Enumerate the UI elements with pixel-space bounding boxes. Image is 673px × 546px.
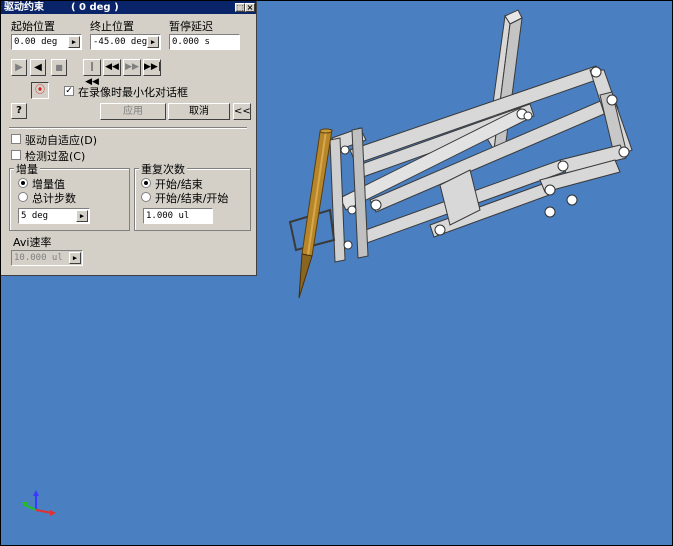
collapse-button[interactable]: << [233, 103, 251, 120]
triad-icon [22, 490, 56, 516]
end-arrow-icon[interactable]: ▶ [147, 36, 159, 48]
increment-input[interactable]: 5 deg ▶ [18, 208, 90, 224]
step-forward-icon[interactable]: ▶▶ [123, 59, 141, 76]
avi-label: Avi速率 [13, 236, 52, 249]
adaptive-label: 驱动自适应(D) [25, 134, 98, 147]
increment-group-title: 增量 [14, 161, 40, 177]
play-forward-icon[interactable]: ▶ [11, 59, 27, 76]
pause-label: 暂停延迟 [169, 20, 213, 33]
start-label: 起始位置 [11, 20, 55, 33]
pause-delay-input[interactable]: 0.000 s [169, 34, 240, 50]
avi-rate-input[interactable]: 10.000 ul ▶ [11, 250, 83, 266]
end-label: 终止位置 [90, 20, 134, 33]
drive-constraint-dialog: 驱动约束 ( 0 deg ) ⬚ × 起始位置 0.00 deg ▶ 终止位置 … [1, 1, 257, 276]
apply-label: 应用 [123, 106, 143, 117]
start-end-start-radio[interactable] [141, 192, 151, 202]
avi-value: 10.000 ul [14, 253, 63, 263]
dialog-title-value: ( 0 deg ) [71, 2, 119, 13]
stop-icon[interactable]: ■ [51, 59, 67, 76]
repeat-value: 1.000 ul [146, 211, 190, 221]
record-icon[interactable]: ⦿ [31, 82, 49, 99]
total-steps-radio[interactable] [18, 192, 28, 202]
close-icon[interactable]: × [245, 3, 255, 12]
interference-checkbox[interactable] [11, 150, 21, 160]
apply-button[interactable]: 应用 [100, 103, 166, 120]
divider [9, 127, 247, 129]
pause-value: 0.000 s [172, 37, 210, 47]
minimize-label: 在录像时最小化对话框 [78, 86, 188, 99]
repeat-input[interactable]: 1.000 ul [143, 208, 213, 224]
start-position-input[interactable]: 0.00 deg ▶ [11, 34, 82, 50]
start-end-start-label: 开始/结束/开始 [155, 192, 229, 205]
repeat-group-title: 重复次数 [139, 161, 187, 177]
step-back-icon[interactable]: ◀◀ [103, 59, 121, 76]
end-value: -45.00 deg [93, 37, 148, 47]
start-value: 0.00 deg [14, 37, 58, 47]
cancel-button[interactable]: 取消 [168, 103, 230, 120]
collapse-label: << [234, 106, 251, 117]
start-arrow-icon[interactable]: ▶ [68, 36, 80, 48]
total-steps-label: 总计步数 [32, 192, 76, 205]
end-position-input[interactable]: -45.00 deg ▶ [90, 34, 161, 50]
adaptive-checkbox[interactable] [11, 134, 21, 144]
go-end-icon[interactable]: ▶▶| [143, 59, 161, 76]
help-icon[interactable]: ? [11, 103, 27, 119]
minimize-checkbox[interactable]: ✓ [64, 86, 74, 96]
cancel-label: 取消 [189, 106, 209, 117]
increment-value: 5 deg [21, 211, 49, 221]
resize-icon[interactable]: ⬚ [235, 3, 245, 12]
increment-value-radio[interactable] [18, 178, 28, 188]
start-end-radio[interactable] [141, 178, 151, 188]
dialog-title: 驱动约束 [4, 2, 44, 13]
increment-arrow-icon[interactable]: ▶ [76, 210, 88, 222]
go-start-icon[interactable]: |◀◀ [83, 59, 101, 87]
dialog-titlebar[interactable]: 驱动约束 ( 0 deg ) ⬚ × [1, 1, 256, 14]
play-reverse-icon[interactable]: ◀ [30, 59, 46, 76]
avi-arrow-icon[interactable]: ▶ [69, 252, 81, 264]
help-label: ? [16, 105, 22, 116]
